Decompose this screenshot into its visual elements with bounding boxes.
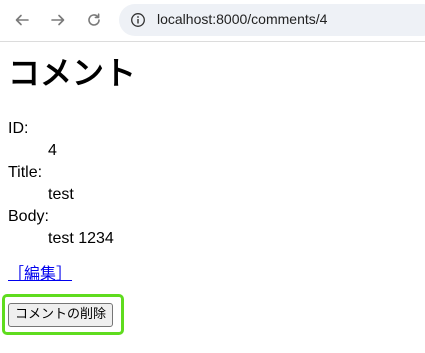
back-button[interactable] xyxy=(11,9,33,31)
forward-button[interactable] xyxy=(47,9,69,31)
page-content: コメント ID: 4 Title: test Body: test 1234 ［… xyxy=(0,43,425,353)
browser-toolbar: localhost:8000/comments/4 xyxy=(0,0,425,42)
reload-button[interactable] xyxy=(83,9,105,31)
field-value-title: test xyxy=(48,186,74,203)
edit-link[interactable]: ［編集］ xyxy=(8,263,72,285)
delete-comment-button[interactable]: コメントの削除 xyxy=(8,303,114,327)
field-value-body: test 1234 xyxy=(48,230,114,247)
field-value-id: 4 xyxy=(48,142,57,159)
arrow-left-icon xyxy=(15,14,29,26)
page-title: コメント xyxy=(8,54,137,92)
arrow-right-icon xyxy=(51,14,65,26)
field-label-body: Body: xyxy=(8,208,49,225)
address-bar[interactable]: localhost:8000/comments/4 xyxy=(119,4,425,36)
field-label-id: ID: xyxy=(8,120,29,137)
field-label-title: Title: xyxy=(8,164,43,181)
info-icon[interactable] xyxy=(130,12,146,28)
url-text[interactable]: localhost:8000/comments/4 xyxy=(157,11,327,27)
reload-icon xyxy=(88,13,100,26)
